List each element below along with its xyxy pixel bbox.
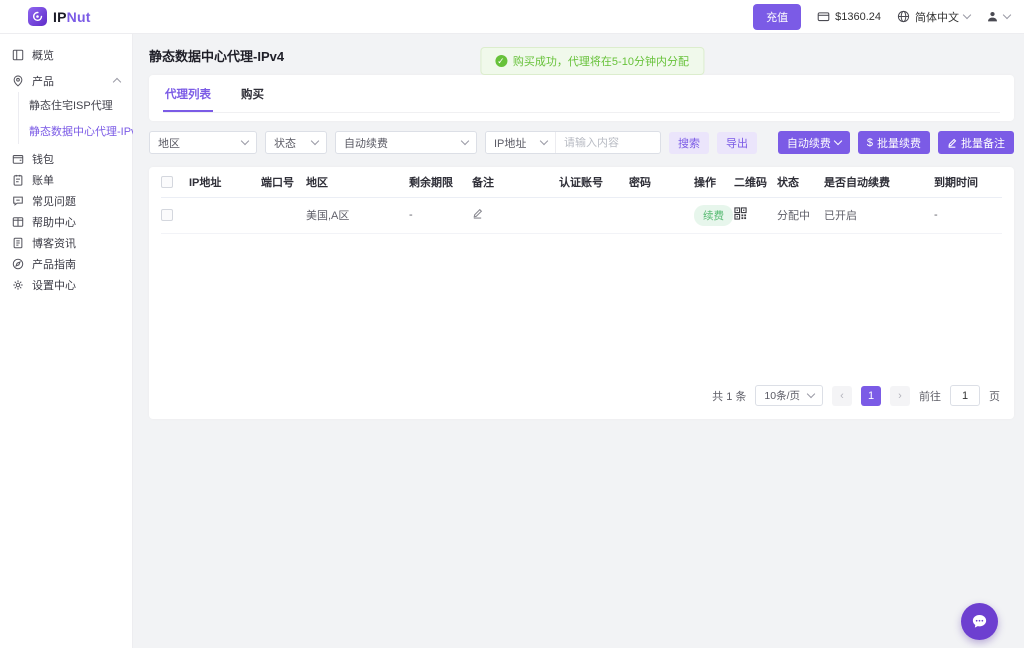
row-checkbox[interactable] <box>161 209 173 221</box>
status-select[interactable]: 状态 <box>265 131 327 154</box>
goto-suffix: 页 <box>989 388 1000 404</box>
chevron-down-icon <box>540 137 548 145</box>
bulk-note-button[interactable]: 批量备注 <box>938 131 1014 154</box>
sidebar-item-products[interactable]: 产品 <box>0 70 132 91</box>
chevron-up-icon <box>113 78 121 86</box>
sidebar-item-faq[interactable]: 常见问题 <box>0 190 132 211</box>
success-toast: ✓ 购买成功，代理将在5-10分钟内分配 <box>480 47 704 75</box>
chat-fab-button[interactable] <box>961 603 998 640</box>
auto-renew-select[interactable]: 自动续费 <box>335 131 477 154</box>
filter-toolbar: 地区 状态 自动续费 IP地址 搜索 导出 自动续费 $批量续费 <box>149 131 1014 154</box>
sidebar-item-overview[interactable]: 概览 <box>0 44 132 65</box>
app-logo[interactable]: IPNut <box>28 7 91 26</box>
chevron-down-icon <box>1003 11 1011 19</box>
recharge-button[interactable]: 充值 <box>753 4 801 30</box>
wallet-icon <box>817 10 830 23</box>
cell-account <box>559 197 629 233</box>
success-check-icon: ✓ <box>495 55 507 67</box>
sidebar-item-product-guide[interactable]: 产品指南 <box>0 253 132 274</box>
proxy-table-card: IP地址 端口号 地区 剩余期限 备注 认证账号 密码 操作 二维码 状态 是否… <box>149 167 1014 419</box>
proxy-table: IP地址 端口号 地区 剩余期限 备注 认证账号 密码 操作 二维码 状态 是否… <box>161 167 1002 234</box>
bill-icon <box>12 174 24 186</box>
language-label: 简体中文 <box>915 9 959 25</box>
sidebar-item-wallet[interactable]: 钱包 <box>0 148 132 169</box>
page-size-select[interactable]: 10条/页 <box>755 385 823 406</box>
balance-amount: $1360.24 <box>835 11 881 23</box>
sidebar-item-static-datacenter-ipv4[interactable]: 静态数据中心代理-IPv4 <box>19 118 132 144</box>
cell-remaining: - <box>409 197 472 233</box>
goto-page-input[interactable] <box>950 385 980 406</box>
cell-status: 分配中 <box>777 197 824 233</box>
export-button[interactable]: 导出 <box>717 132 757 154</box>
gear-icon <box>12 279 24 291</box>
sidebar: 概览 产品 静态住宅ISP代理 静态数据中心代理-IPv4 钱包 账单 常见问题… <box>0 34 133 648</box>
cell-ip <box>189 197 261 233</box>
chevron-down-icon <box>963 11 971 19</box>
pagination: 共 1 条 10条/页 ‹ 1 › 前往 页 <box>161 376 1002 419</box>
user-menu[interactable] <box>986 10 1010 23</box>
search-input[interactable] <box>556 137 660 149</box>
tab-buy[interactable]: 购买 <box>239 75 266 112</box>
blog-icon <box>12 237 24 249</box>
cell-password <box>629 197 694 233</box>
sidebar-item-blog[interactable]: 博客资讯 <box>0 232 132 253</box>
bulk-renew-button[interactable]: $批量续费 <box>858 131 930 154</box>
sidebar-item-bills[interactable]: 账单 <box>0 169 132 190</box>
user-icon <box>986 10 999 23</box>
chevron-down-icon <box>807 390 815 398</box>
faq-icon <box>12 195 24 207</box>
toast-message: 购买成功，代理将在5-10分钟内分配 <box>513 53 689 69</box>
renew-button[interactable]: 续费 <box>694 205 733 226</box>
edit-icon <box>947 138 957 148</box>
wallet-icon <box>12 153 24 165</box>
sidebar-item-static-residential-isp[interactable]: 静态住宅ISP代理 <box>19 92 132 118</box>
dollar-icon: $ <box>867 137 873 149</box>
search-field-group: IP地址 <box>485 131 661 154</box>
qrcode-icon[interactable] <box>734 207 747 223</box>
region-select[interactable]: 地区 <box>149 131 257 154</box>
goto-prefix: 前往 <box>919 388 941 404</box>
sidebar-item-help-center[interactable]: 帮助中心 <box>0 211 132 232</box>
prev-page-button[interactable]: ‹ <box>832 386 852 406</box>
cell-auto-renew: 已开启 <box>824 197 934 233</box>
overview-icon <box>12 49 24 61</box>
logo-swirl-icon <box>28 7 47 26</box>
search-type-select[interactable]: IP地址 <box>486 132 556 153</box>
chevron-down-icon <box>461 137 469 145</box>
sidebar-item-settings[interactable]: 设置中心 <box>0 274 132 295</box>
tabs-card: 代理列表 购买 <box>149 75 1014 121</box>
products-icon <box>12 75 24 87</box>
cell-port <box>261 197 306 233</box>
chat-bubble-icon <box>970 612 989 631</box>
table-header-row: IP地址 端口号 地区 剩余期限 备注 认证账号 密码 操作 二维码 状态 是否… <box>161 167 1002 197</box>
main-content: ✓ 购买成功，代理将在5-10分钟内分配 静态数据中心代理-IPv4 代理列表 … <box>133 34 1024 648</box>
products-submenu: 静态住宅ISP代理 静态数据中心代理-IPv4 <box>18 92 132 144</box>
globe-icon <box>897 10 910 23</box>
cell-region: 美国,A区 <box>306 197 409 233</box>
current-page-button[interactable]: 1 <box>861 386 881 406</box>
logo-text: IPNut <box>53 9 91 25</box>
help-icon <box>12 216 24 228</box>
wallet-balance[interactable]: $1360.24 <box>817 10 881 23</box>
chevron-down-icon <box>241 137 249 145</box>
cell-expire-time: - <box>934 197 1002 233</box>
pagination-total: 共 1 条 <box>712 388 746 404</box>
chevron-down-icon <box>834 137 842 145</box>
guide-icon <box>12 258 24 270</box>
auto-renew-dropdown-button[interactable]: 自动续费 <box>778 131 850 154</box>
next-page-button[interactable]: › <box>890 386 910 406</box>
tab-proxy-list[interactable]: 代理列表 <box>163 75 213 112</box>
language-switcher[interactable]: 简体中文 <box>897 9 970 25</box>
select-all-checkbox[interactable] <box>161 176 173 188</box>
table-row: 美国,A区 - 续费 <box>161 197 1002 233</box>
search-button[interactable]: 搜索 <box>669 132 709 154</box>
note-edit-icon[interactable] <box>472 208 483 222</box>
chevron-down-icon <box>311 137 319 145</box>
top-header: IPNut 充值 $1360.24 简体中文 <box>0 0 1024 34</box>
